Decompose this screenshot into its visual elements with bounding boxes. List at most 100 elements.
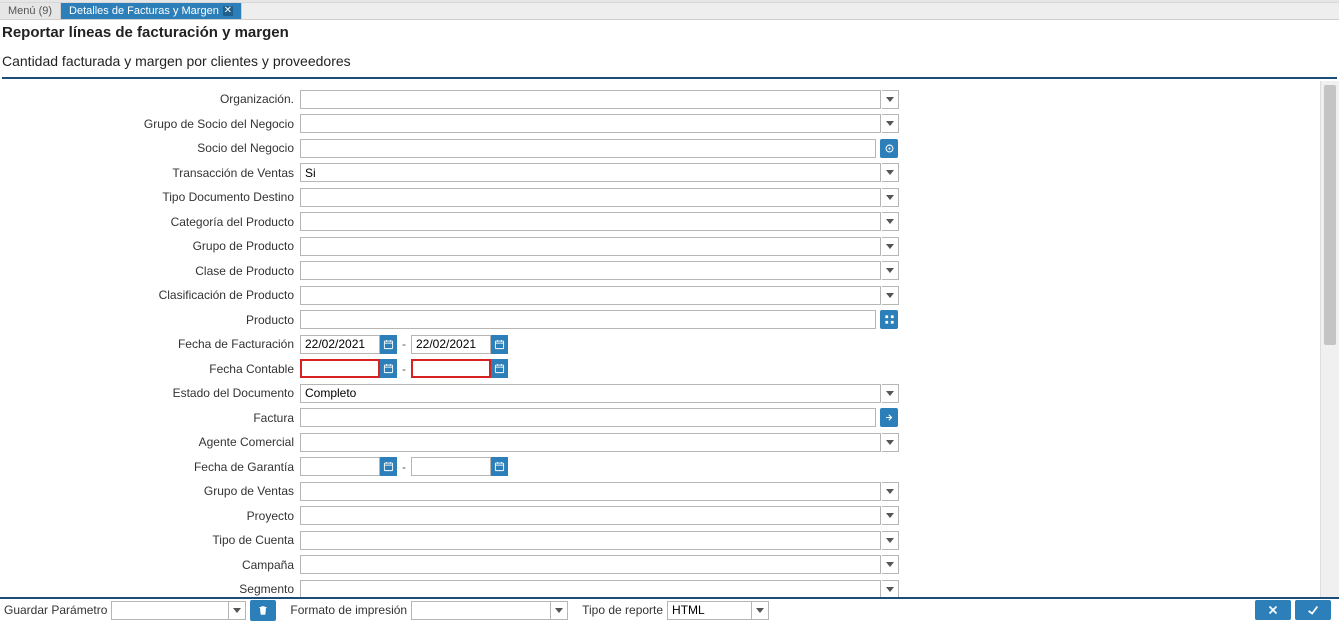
calendar-fecha-cont-to[interactable]	[491, 359, 508, 378]
input-clase-prod[interactable]	[300, 261, 881, 280]
label-trans-ventas: Transacción de Ventas	[0, 166, 300, 180]
input-segmento[interactable]	[300, 580, 881, 598]
chevron-down-icon	[886, 440, 894, 445]
input-grupo-ventas[interactable]	[300, 482, 881, 501]
dropdown-proyecto[interactable]	[882, 506, 899, 525]
chevron-down-icon	[886, 293, 894, 298]
label-clasif-prod: Clasificación de Producto	[0, 288, 300, 302]
label-tipo-reporte: Tipo de reporte	[582, 603, 663, 617]
range-dash: -	[399, 362, 409, 376]
cancel-button[interactable]	[1255, 600, 1291, 620]
label-clase-prod: Clase de Producto	[0, 264, 300, 278]
input-tipo-cuenta[interactable]	[300, 531, 881, 550]
input-fecha-garantia-to[interactable]	[411, 457, 491, 476]
input-guardar-param[interactable]	[111, 601, 229, 620]
range-dash: -	[399, 460, 409, 474]
input-factura[interactable]	[300, 408, 876, 427]
input-fecha-cont-to[interactable]	[411, 359, 491, 378]
tab-detalles-facturas[interactable]: Detalles de Facturas y Margen ✕	[61, 3, 242, 19]
vertical-scrollbar[interactable]	[1320, 81, 1339, 597]
calendar-icon	[383, 363, 394, 374]
dropdown-grupo-prod[interactable]	[882, 237, 899, 256]
input-campana[interactable]	[300, 555, 881, 574]
input-grupo-prod[interactable]	[300, 237, 881, 256]
label-fecha-garantia: Fecha de Garantía	[0, 460, 300, 474]
arrow-icon	[884, 412, 895, 423]
lookup-factura-button[interactable]	[880, 408, 898, 427]
grid-icon	[884, 314, 895, 325]
dropdown-campana[interactable]	[882, 555, 899, 574]
chevron-down-icon	[233, 608, 241, 613]
input-clasif-prod[interactable]	[300, 286, 881, 305]
chevron-down-icon	[555, 608, 563, 613]
label-tipo-doc-dest: Tipo Documento Destino	[0, 190, 300, 204]
input-cat-prod[interactable]	[300, 212, 881, 231]
label-organizacion: Organización.	[0, 92, 300, 106]
chevron-down-icon	[886, 391, 894, 396]
calendar-fecha-cont-from[interactable]	[380, 359, 397, 378]
calendar-fecha-garantia-from[interactable]	[380, 457, 397, 476]
chevron-down-icon	[886, 587, 894, 592]
delete-param-button[interactable]	[250, 600, 276, 621]
tab-strip: Menú (9) Detalles de Facturas y Margen ✕	[0, 3, 1339, 20]
input-fecha-garantia-from[interactable]	[300, 457, 380, 476]
dropdown-tipo-cuenta[interactable]	[882, 531, 899, 550]
tab-menu-label: Menú (9)	[8, 5, 52, 17]
input-socio[interactable]	[300, 139, 876, 158]
input-organizacion[interactable]	[300, 90, 881, 109]
tab-menu[interactable]: Menú (9)	[0, 3, 61, 19]
input-trans-ventas[interactable]	[300, 163, 881, 182]
calendar-icon	[383, 461, 394, 472]
dropdown-organizacion[interactable]	[882, 90, 899, 109]
label-grupo-prod: Grupo de Producto	[0, 239, 300, 253]
dropdown-estado-doc[interactable]	[882, 384, 899, 403]
dropdown-clasif-prod[interactable]	[882, 286, 899, 305]
calendar-fecha-fact-to[interactable]	[491, 335, 508, 354]
input-agente[interactable]	[300, 433, 881, 452]
chevron-down-icon	[886, 195, 894, 200]
label-campana: Campaña	[0, 558, 300, 572]
chevron-down-icon	[756, 608, 764, 613]
input-tipo-doc-dest[interactable]	[300, 188, 881, 207]
dropdown-clase-prod[interactable]	[882, 261, 899, 280]
label-guardar-param: Guardar Parámetro	[4, 603, 107, 617]
input-tipo-reporte[interactable]	[667, 601, 752, 620]
input-grupo-socio[interactable]	[300, 114, 881, 133]
dropdown-agente[interactable]	[882, 433, 899, 452]
calendar-icon	[494, 339, 505, 350]
label-factura: Factura	[0, 411, 300, 425]
close-icon[interactable]: ✕	[223, 6, 233, 16]
range-dash: -	[399, 337, 409, 351]
scrollbar-thumb[interactable]	[1324, 85, 1336, 345]
input-fecha-fact-to[interactable]	[411, 335, 491, 354]
dropdown-segmento[interactable]	[882, 580, 899, 598]
input-fecha-fact-from[interactable]	[300, 335, 380, 354]
dropdown-grupo-socio[interactable]	[882, 114, 899, 133]
dropdown-trans-ventas[interactable]	[882, 163, 899, 182]
chevron-down-icon	[886, 97, 894, 102]
input-proyecto[interactable]	[300, 506, 881, 525]
calendar-fecha-garantia-to[interactable]	[491, 457, 508, 476]
dropdown-grupo-ventas[interactable]	[882, 482, 899, 501]
input-producto[interactable]	[300, 310, 876, 329]
input-estado-doc[interactable]	[300, 384, 881, 403]
chevron-down-icon	[886, 121, 894, 126]
input-fecha-cont-from[interactable]	[300, 359, 380, 378]
label-grupo-socio: Grupo de Socio del Negocio	[0, 117, 300, 131]
chevron-down-icon	[886, 562, 894, 567]
calendar-fecha-fact-from[interactable]	[380, 335, 397, 354]
calendar-icon	[494, 363, 505, 374]
lookup-producto-button[interactable]	[880, 310, 898, 329]
confirm-button[interactable]	[1295, 600, 1331, 620]
label-formato-impresion: Formato de impresión	[290, 603, 407, 617]
lookup-socio-button[interactable]	[880, 139, 898, 158]
field-organizacion	[300, 90, 899, 109]
input-formato-impresion[interactable]	[411, 601, 551, 620]
label-segmento: Segmento	[0, 582, 300, 596]
dropdown-guardar-param[interactable]	[229, 601, 246, 620]
dropdown-cat-prod[interactable]	[882, 212, 899, 231]
label-producto: Producto	[0, 313, 300, 327]
dropdown-formato-impresion[interactable]	[551, 601, 568, 620]
dropdown-tipo-reporte[interactable]	[752, 601, 769, 620]
dropdown-tipo-doc-dest[interactable]	[882, 188, 899, 207]
